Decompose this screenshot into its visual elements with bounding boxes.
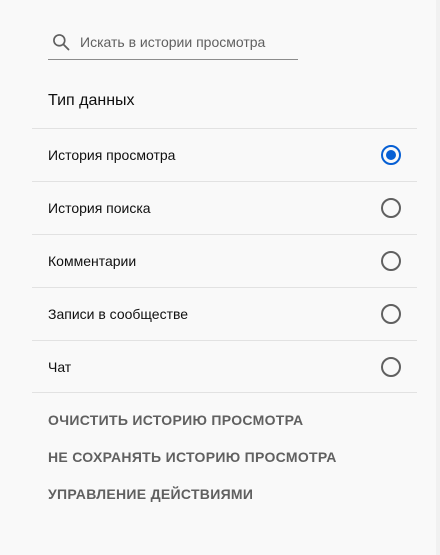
radio-button[interactable]	[381, 251, 401, 271]
option-label: Комментарии	[48, 253, 137, 269]
history-panel: Тип данных История просмотра История пои…	[0, 0, 440, 555]
option-label: Записи в сообществе	[48, 306, 189, 322]
pause-history-button[interactable]: НЕ СОХРАНЯТЬ ИСТОРИЮ ПРОСМОТРА	[48, 449, 337, 465]
search-input[interactable]	[80, 33, 290, 50]
radio-button[interactable]	[381, 198, 401, 218]
option-community-posts[interactable]: Записи в сообществе	[32, 287, 417, 340]
option-watch-history[interactable]: История просмотра	[32, 128, 417, 181]
data-type-heading: Тип данных	[48, 92, 135, 109]
option-chat[interactable]: Чат	[32, 340, 417, 393]
option-label: История просмотра	[48, 147, 176, 163]
panel-edge	[436, 0, 440, 555]
radio-button-checked[interactable]	[381, 145, 401, 165]
data-type-list: История просмотра История поиска Коммент…	[32, 128, 417, 393]
option-label: История поиска	[48, 200, 151, 216]
option-search-history[interactable]: История поиска	[32, 181, 417, 234]
option-comments[interactable]: Комментарии	[32, 234, 417, 287]
manage-activity-button[interactable]: УПРАВЛЕНИЕ ДЕЙСТВИЯМИ	[48, 486, 253, 502]
clear-history-button[interactable]: ОЧИСТИТЬ ИСТОРИЮ ПРОСМОТРА	[48, 412, 303, 428]
option-label: Чат	[48, 358, 72, 375]
radio-button[interactable]	[381, 356, 401, 377]
search-bar[interactable]	[48, 24, 298, 60]
search-icon[interactable]	[50, 31, 72, 53]
radio-dot	[386, 150, 396, 160]
radio-button[interactable]	[381, 304, 401, 324]
